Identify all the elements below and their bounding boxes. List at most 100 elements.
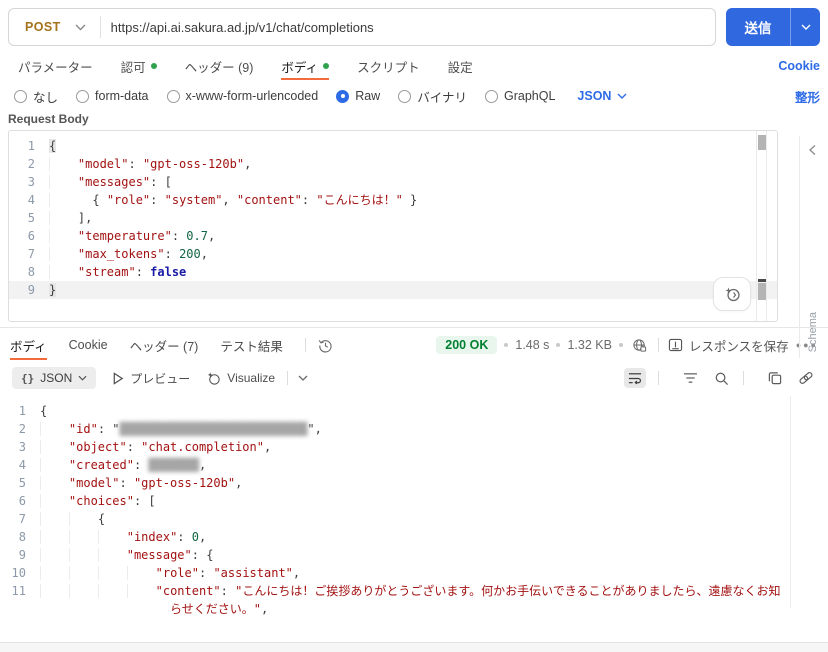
save-response-button[interactable]: レスポンスを保存 — [668, 336, 789, 355]
dot-separator — [556, 343, 561, 347]
code-line: 4 "created": ███████, — [18, 458, 207, 472]
response-format-selector[interactable]: {} JSON — [12, 367, 97, 389]
code-line: 6 "choices": [ — [18, 494, 156, 508]
divider — [304, 338, 306, 352]
sparkle-bot-icon — [725, 287, 740, 302]
tab-test-results[interactable]: テスト結果 — [220, 328, 283, 362]
code-line: 8 "index": 0, — [18, 530, 207, 544]
schema-tab[interactable]: Schema — [807, 312, 819, 352]
language-selector[interactable]: JSON — [577, 89, 627, 103]
tab-response-body[interactable]: ボディ — [10, 328, 47, 362]
save-response-icon — [668, 338, 683, 352]
wrap-text-icon[interactable] — [624, 368, 646, 388]
tab-response-cookies[interactable]: Cookie — [69, 328, 108, 362]
code-line: 1{ — [18, 404, 48, 418]
copy-icon[interactable] — [766, 369, 784, 387]
preview-button[interactable]: プレビュー — [112, 370, 190, 387]
radio-binary[interactable]: バイナリ — [398, 87, 467, 106]
response-time[interactable]: 1.48 s — [515, 338, 549, 352]
radio-none[interactable]: なし — [14, 87, 58, 106]
response-code[interactable]: 1{ 2 "id": "██████████████████████████", 3… — [0, 396, 790, 618]
body-type-row: なし form-data x-www-form-urlencoded Raw バ… — [0, 84, 828, 108]
history-icon[interactable] — [316, 336, 335, 355]
request-body-header: Request Body — [0, 108, 828, 130]
right-rail: Schema — [799, 136, 828, 358]
scroll-mark — [758, 135, 766, 150]
divider — [657, 338, 659, 352]
tab-headers[interactable]: ヘッダー (9) — [185, 50, 254, 82]
divider — [287, 371, 289, 385]
radio-form-data[interactable]: form-data — [76, 89, 149, 103]
visualize-sparkle-icon — [208, 371, 220, 385]
method-label: POST — [25, 20, 61, 34]
radio-icon — [14, 89, 27, 103]
status-badge[interactable]: 200 OK — [436, 336, 498, 354]
request-code-editor[interactable]: 1{ 2 "model": "gpt-oss-120b", 3 "messages"… — [8, 130, 778, 322]
preview-play-icon — [113, 371, 124, 385]
tab-params[interactable]: パラメーター — [18, 50, 93, 82]
divider — [658, 371, 659, 385]
method-selector[interactable]: POST — [9, 20, 100, 34]
viewer-options-chevron-icon[interactable] — [296, 373, 310, 383]
radio-icon — [166, 89, 180, 103]
editor-scrollbar[interactable] — [756, 131, 767, 321]
response-meta: 200 OK 1.48 s 1.32 KB レスポンスを保存 ●●● — [436, 336, 818, 355]
code-line: 5 "model": "gpt-oss-120b", — [18, 476, 243, 490]
send-options-button[interactable] — [790, 8, 820, 46]
cookies-link[interactable]: Cookie — [778, 59, 820, 73]
response-toolbar: {} JSON プレビュー Visualize — [0, 362, 828, 394]
url-input[interactable] — [100, 19, 715, 35]
search-icon[interactable] — [712, 369, 731, 388]
radio-graphql[interactable]: GraphQL — [484, 89, 555, 103]
response-scrollbar[interactable] — [790, 396, 791, 608]
request-body-title: Request Body — [8, 112, 89, 126]
code-line: 2 "id": "██████████████████████████", — [18, 422, 322, 436]
url-box: POST — [8, 8, 716, 46]
code-line: 8 "stream": false — [27, 265, 187, 279]
response-size[interactable]: 1.32 KB — [567, 338, 611, 352]
code-line: 9} — [9, 281, 777, 299]
radio-raw[interactable]: Raw — [336, 89, 380, 103]
code-line: 3 "object": "chat.completion", — [18, 440, 272, 454]
postbot-button[interactable] — [713, 277, 751, 311]
tab-response-headers[interactable]: ヘッダー (7) — [130, 328, 199, 362]
network-info-icon[interactable] — [630, 336, 649, 355]
tab-authorization[interactable]: 認可 — [121, 50, 157, 82]
api-client-window: POST 送信 パラメーター 認可 ヘッダー (9) ボディ スクリプト 設定 … — [0, 8, 828, 652]
code-line: 2 "model": "gpt-oss-120b", — [27, 157, 252, 171]
request-url-bar: POST 送信 — [8, 8, 820, 46]
code-line: 5 ], — [27, 211, 93, 225]
dot-separator — [618, 343, 623, 347]
response-tabs: ボディ Cookie ヘッダー (7) テスト結果 200 OK 1.48 s … — [0, 328, 828, 362]
radio-icon — [398, 89, 412, 103]
json-braces-icon: {} — [21, 371, 35, 385]
tab-scripts[interactable]: スクリプト — [357, 50, 420, 82]
code-line: 6 "temperature": 0.7, — [27, 229, 216, 243]
request-code: 1{ 2 "model": "gpt-oss-120b", 3 "messages"… — [9, 131, 777, 299]
modified-dot — [323, 63, 330, 69]
radio-icon — [336, 89, 350, 103]
code-line: 7 "max_tokens": 200, — [27, 247, 208, 261]
send-split-button: 送信 — [726, 8, 820, 46]
divider — [743, 371, 744, 385]
code-line: 1{ — [27, 139, 57, 153]
dot-separator — [504, 343, 509, 347]
modified-dot — [150, 63, 157, 69]
link-icon[interactable] — [796, 369, 816, 387]
tab-settings[interactable]: 設定 — [448, 50, 473, 82]
code-line: 4 { "role": "system", "content": "こんにちは！… — [27, 193, 418, 207]
filter-icon[interactable] — [681, 370, 700, 386]
visualize-button[interactable]: Visualize — [206, 371, 275, 386]
send-button[interactable]: 送信 — [726, 8, 790, 46]
code-line: 11 "content": "こんにちは！ご挨拶ありがとうございます。何かお手伝… — [11, 584, 781, 616]
response-body-panel: 1{ 2 "id": "██████████████████████████", 3… — [0, 396, 828, 618]
code-line: 3 "messages": [ — [27, 175, 172, 189]
beautify-link[interactable]: 整形 — [795, 87, 820, 106]
tab-body[interactable]: ボディ — [281, 50, 330, 82]
chevron-down-icon — [617, 93, 627, 99]
viewer-actions — [624, 368, 816, 388]
radio-urlencoded[interactable]: x-www-form-urlencoded — [166, 89, 318, 103]
cursor-mark — [758, 279, 766, 282]
chevron-down-icon — [75, 24, 86, 30]
collapse-panel-icon[interactable] — [808, 144, 817, 156]
